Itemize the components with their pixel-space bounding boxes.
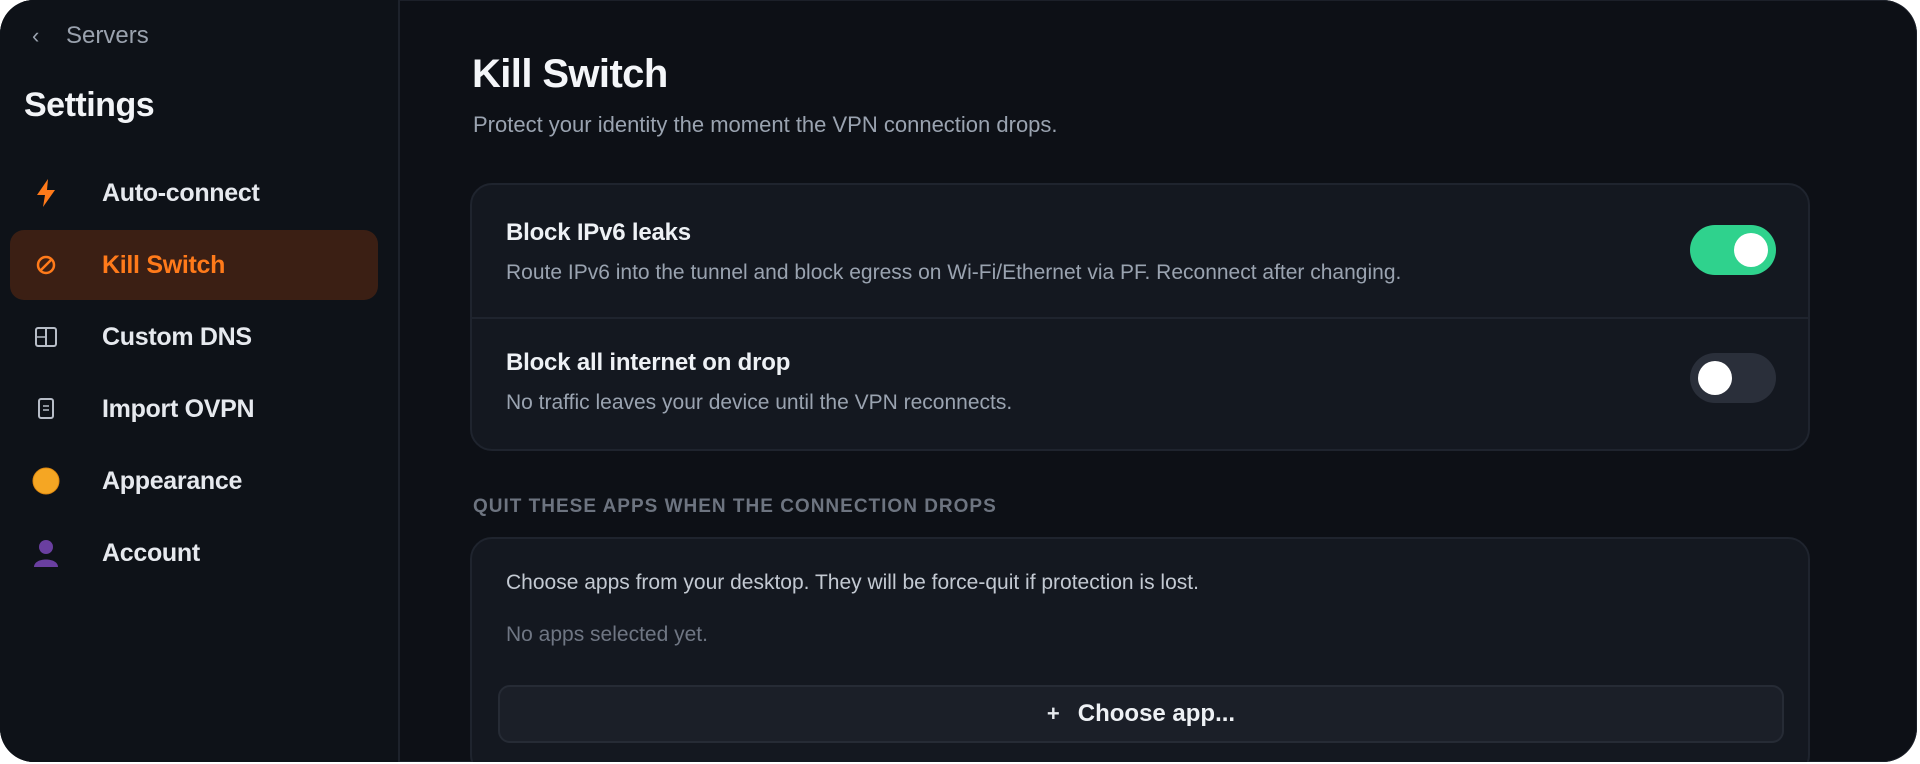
apps-empty-state: No apps selected yet. <box>506 623 708 646</box>
sidebar-item-appearance[interactable]: Appearance <box>10 446 378 516</box>
block-all-internet-toggle[interactable] <box>1690 353 1776 403</box>
apps-section-label: QUIT THESE APPS WHEN THE CONNECTION DROP… <box>473 496 997 517</box>
sidebar-item-label: Appearance <box>102 466 243 495</box>
sidebar-item-label: Account <box>102 538 200 567</box>
document-icon <box>30 393 62 425</box>
sidebar-item-import-ovpn[interactable]: Import OVPN <box>10 374 378 444</box>
sidebar-item-label: Import OVPN <box>102 394 255 423</box>
sidebar-title: Settings <box>24 86 155 124</box>
row-title: Block all internet on drop <box>506 349 791 376</box>
sidebar-item-custom-dns[interactable]: Custom DNS <box>10 302 378 372</box>
block-ipv6-toggle[interactable] <box>1690 225 1776 275</box>
sidebar-item-auto-connect[interactable]: Auto-connect <box>10 158 378 228</box>
toggle-knob <box>1698 361 1732 395</box>
choose-app-button-label: Choose app... <box>1077 700 1236 727</box>
row-description: Route IPv6 into the tunnel and block egr… <box>506 261 1402 284</box>
sidebar-item-account[interactable]: Account <box>10 518 378 588</box>
page-subtitle: Protect your identity the moment the VPN… <box>473 112 1058 137</box>
choose-app-button[interactable]: + Choose app... <box>498 685 1784 743</box>
palette-circle-icon <box>30 465 62 497</box>
block-ipv6-row: Block IPv6 leaks Route IPv6 into the tun… <box>472 185 1808 317</box>
page-title: Kill Switch <box>472 52 668 96</box>
lightning-icon <box>30 177 62 209</box>
chevron-left-icon: ‹ <box>32 23 40 48</box>
row-title: Block IPv6 leaks <box>506 219 691 246</box>
sidebar-item-kill-switch[interactable]: Kill Switch <box>10 230 378 300</box>
quit-apps-card: Choose apps from your desktop. They will… <box>470 537 1810 762</box>
block-all-internet-row: Block all internet on drop No traffic le… <box>472 317 1808 449</box>
kill-switch-options-card: Block IPv6 leaks Route IPv6 into the tun… <box>470 183 1810 451</box>
row-description: No traffic leaves your device until the … <box>506 391 1013 414</box>
toggle-knob <box>1734 233 1768 267</box>
main-content: Kill Switch Protect your identity the mo… <box>400 0 1917 762</box>
back-to-servers-link[interactable]: ‹ Servers <box>32 22 149 50</box>
sidebar-item-label: Custom DNS <box>102 322 252 351</box>
settings-nav: Auto-connect Kill Switch Custom DNS Impo… <box>10 158 378 590</box>
sidebar-item-label: Auto-connect <box>102 178 260 207</box>
sidebar-item-label: Kill Switch <box>102 250 226 279</box>
circle-slash-icon <box>30 249 62 281</box>
plus-icon: + <box>1046 701 1060 726</box>
dns-grid-icon <box>30 321 62 353</box>
back-link-label: Servers <box>66 22 149 49</box>
apps-help-text: Choose apps from your desktop. They will… <box>506 571 1199 594</box>
sidebar: ‹ Servers Settings Auto-connect Kill Swi… <box>0 0 400 762</box>
app-window: ‹ Servers Settings Auto-connect Kill Swi… <box>0 0 1917 762</box>
user-icon <box>30 537 62 569</box>
